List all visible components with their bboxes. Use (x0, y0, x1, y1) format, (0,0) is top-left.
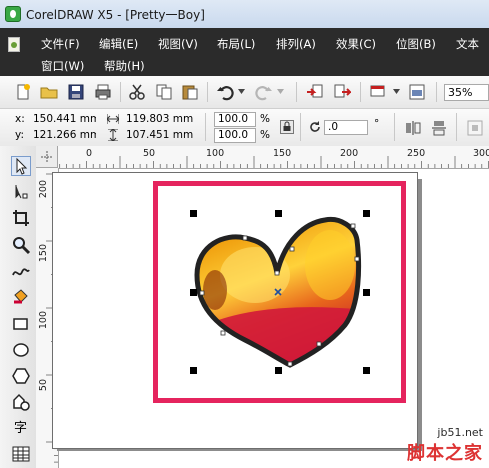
mirror-vertical-icon[interactable] (430, 119, 448, 137)
watermark-brand: 脚本之家 (407, 443, 483, 464)
separator (456, 113, 457, 141)
polygon-tool-icon[interactable] (11, 366, 31, 386)
toolbox: 字 (0, 146, 37, 468)
window-title: CorelDRAW X5 - [Pretty一Boy] (26, 8, 205, 22)
ruler-origin-icon (41, 151, 53, 163)
title-bar: CorelDRAW X5 - [Pretty一Boy] (0, 0, 489, 29)
watermark: jb51.net 脚本之家 (407, 426, 483, 465)
redo-dropdown-arrow-icon[interactable] (277, 89, 284, 95)
standard-toolbar: 35% (0, 76, 489, 109)
scale-x-percent-label: % (260, 113, 270, 125)
cut-icon[interactable] (128, 83, 146, 101)
redo-icon[interactable] (255, 83, 273, 101)
welcome-screen-icon[interactable] (408, 83, 426, 101)
scale-y-percent-label: % (260, 129, 270, 141)
table-tool-icon[interactable] (11, 444, 31, 464)
menu-bitmaps[interactable]: 位图(B) (396, 36, 436, 52)
y-label: y: (15, 129, 24, 141)
pick-tool-icon[interactable] (11, 156, 31, 176)
paste-icon[interactable] (181, 83, 199, 101)
separator (205, 113, 206, 141)
rotation-angle-field[interactable]: .0 (324, 120, 368, 135)
heart-image-object[interactable] (185, 205, 375, 380)
height-arrow-icon (108, 129, 118, 141)
ruler-top-label: 200 (340, 148, 359, 159)
separator (360, 82, 361, 102)
separator (296, 82, 297, 102)
undo-dropdown-arrow-icon[interactable] (238, 89, 245, 95)
launcher-dropdown-arrow-icon[interactable] (393, 89, 400, 95)
undo-icon[interactable] (216, 83, 234, 101)
menu-help[interactable]: 帮助(H) (104, 58, 145, 74)
ruler-top-label: 150 (273, 148, 292, 159)
watermark-site: jb51.net (437, 426, 483, 439)
width-arrow-icon (107, 114, 119, 124)
separator (436, 82, 437, 102)
separator (120, 82, 121, 102)
scale-y-field[interactable]: 100.0 (214, 128, 256, 143)
rectangle-tool-icon[interactable] (11, 314, 31, 334)
ruler-top-label: 300 (473, 148, 489, 159)
freehand-tool-icon[interactable] (11, 261, 31, 281)
basic-shapes-tool-icon[interactable] (11, 392, 31, 412)
ruler-left-label: 150 (38, 244, 49, 263)
menu-text[interactable]: 文本 (456, 36, 479, 52)
ruler-left-label: 200 (38, 180, 49, 199)
document-icon[interactable] (8, 37, 20, 52)
ruler-top-label: 50 (143, 148, 156, 159)
ruler-top-label: 0 (86, 148, 93, 159)
new-document-icon[interactable] (14, 83, 32, 101)
x-position-field[interactable]: 150.441 mm (29, 112, 97, 127)
application-launcher-icon[interactable] (369, 83, 387, 101)
separator (300, 113, 301, 141)
menu-bar: 文件(F) 编辑(E) 视图(V) 布局(L) 排列(A) 效果(C) 位图(B… (0, 28, 489, 76)
ruler-left-label: 100 (38, 311, 49, 330)
horizontal-ruler[interactable]: 0 50 100 150 200 250 300 (36, 146, 489, 169)
separator (207, 82, 208, 102)
wrap-text-icon[interactable] (466, 119, 484, 137)
crop-tool-icon[interactable] (11, 208, 31, 228)
height-field[interactable]: 107.451 mm (122, 128, 194, 143)
scale-x-field[interactable]: 100.0 (214, 112, 256, 127)
ruler-origin-corner[interactable] (36, 146, 58, 168)
heart-photo-fill (197, 219, 359, 366)
menu-window[interactable]: 窗口(W) (41, 58, 84, 74)
menu-layout[interactable]: 布局(L) (217, 36, 255, 52)
save-icon[interactable] (67, 83, 85, 101)
lock-ratio-icon[interactable] (280, 120, 294, 134)
text-tool-icon[interactable]: 字 (14, 417, 27, 436)
smart-fill-tool-icon[interactable] (11, 287, 31, 307)
copy-icon[interactable] (155, 83, 173, 101)
x-label: x: (15, 113, 25, 125)
coreldraw-app-icon[interactable] (5, 6, 21, 22)
export-icon[interactable] (333, 83, 351, 101)
menu-file[interactable]: 文件(F) (41, 36, 80, 52)
ruler-left-label: 50 (38, 379, 49, 392)
rotate-icon (310, 121, 320, 132)
property-bar: x: 150.441 mm y: 121.266 mm 119.803 mm 1… (0, 109, 489, 147)
shape-tool-icon[interactable] (11, 182, 31, 202)
ruler-top-label: 250 (407, 148, 426, 159)
y-position-field[interactable]: 121.266 mm (29, 128, 97, 143)
menu-view[interactable]: 视图(V) (158, 36, 198, 52)
width-field[interactable]: 119.803 mm (122, 112, 194, 127)
import-icon[interactable] (306, 83, 324, 101)
zoom-level-field[interactable]: 35% (444, 84, 489, 101)
ruler-top-label: 100 (206, 148, 225, 159)
print-icon[interactable] (94, 83, 112, 101)
open-folder-icon[interactable] (40, 83, 58, 101)
degree-label: ° (374, 118, 380, 130)
zoom-tool-icon[interactable] (11, 235, 31, 255)
separator (394, 113, 395, 141)
menu-effects[interactable]: 效果(C) (336, 36, 376, 52)
ellipse-tool-icon[interactable] (11, 340, 31, 360)
menu-edit[interactable]: 编辑(E) (99, 36, 138, 52)
menu-arrange[interactable]: 排列(A) (276, 36, 316, 52)
mirror-horizontal-icon[interactable] (404, 119, 422, 137)
